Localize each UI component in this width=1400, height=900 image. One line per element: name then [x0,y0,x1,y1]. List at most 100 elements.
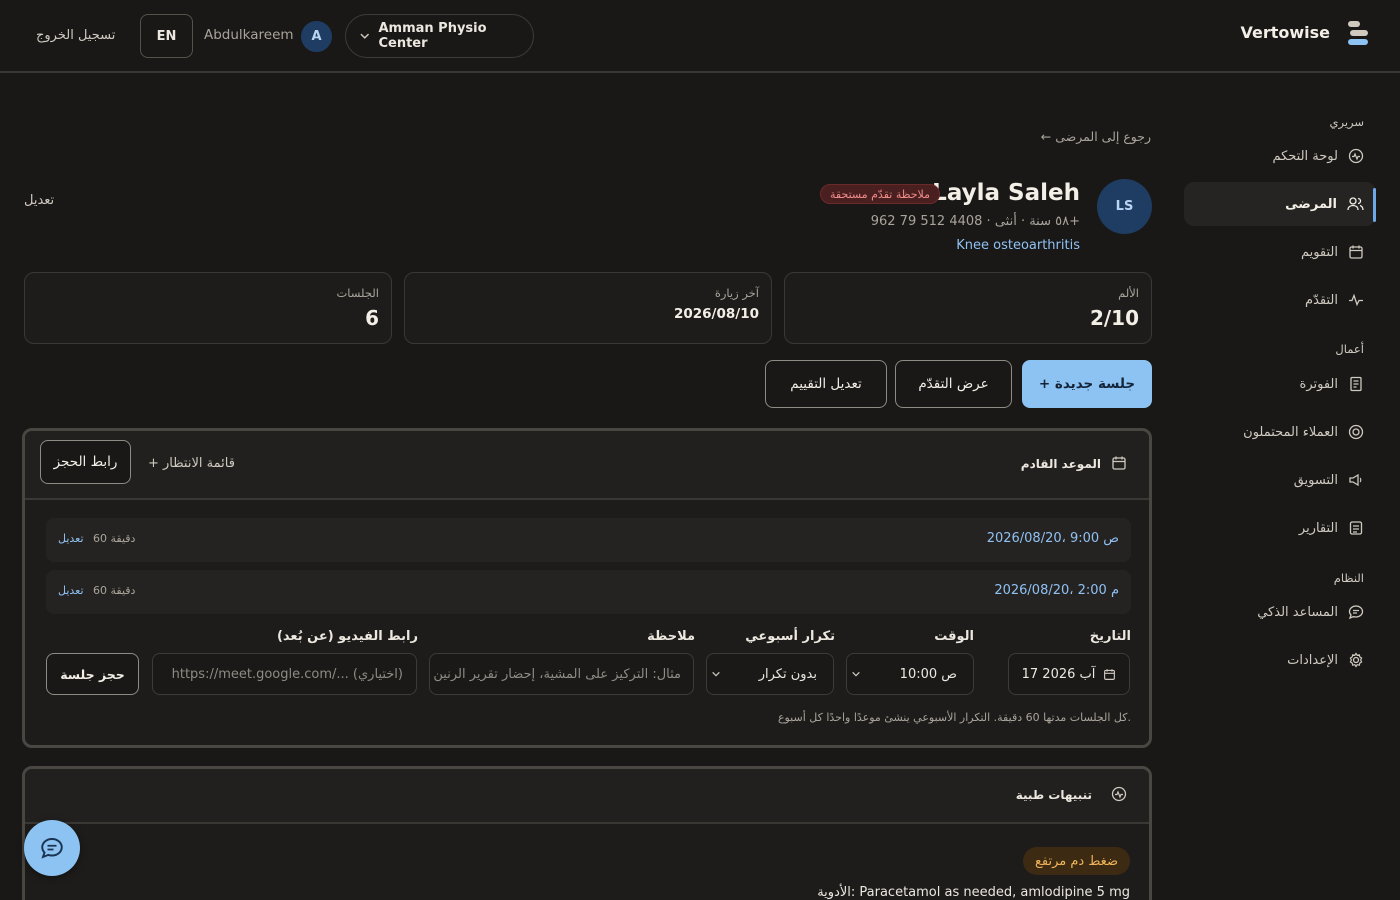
sidebar-item-label: التقدّم [1305,292,1338,308]
note-placeholder: مثال: التركيز على المشية، إحضار تقرير ال… [429,666,681,682]
megaphone-icon [1348,472,1364,488]
sidebar-item-calendar[interactable]: التقويم [1184,230,1376,274]
logo-icon [1346,20,1370,46]
panel-header: تنبيهات طبية [25,769,1149,824]
stat-card-sessions: الجلسات 6 [24,272,392,344]
sidebar-item-label: لوحة التحكم [1272,148,1338,164]
video-link-placeholder: https://meet.google.com/... (اختياري) [171,666,403,682]
sidebar-item-label: التقويم [1300,244,1338,260]
stat-value: 2/10 [1089,306,1139,330]
slot-datetime: 2026/08/20، 9:00 ص [986,531,1119,546]
repeat-select[interactable]: بدون تكرار [706,653,834,695]
panel-header: الموعد القادم + قائمة الانتظار رابط الحج… [25,431,1149,500]
clinic-name: Amman Physio Center [378,21,487,51]
date-field[interactable]: 17 آب 2026 [1008,653,1130,695]
users-icon [1347,196,1364,212]
time-label: الوقت [934,629,974,644]
sidebar-item-label: المرضى [1285,196,1337,212]
stat-label: الألم [1118,286,1139,300]
back-to-patients-link[interactable]: ← رجوع إلى المرضى [1041,129,1151,144]
slot-edit-link[interactable]: تعديل [58,584,84,597]
slot-datetime: 2026/08/20، 2:00 م [994,583,1119,598]
booking-link-button[interactable]: رابط الحجز [40,440,131,484]
medications-text: الأدوية: Paracetamol as needed, amlodipi… [817,885,1130,900]
calendar-icon [1348,244,1364,260]
time-value: 10:00 ص [899,666,957,682]
language-toggle-button[interactable]: EN [140,14,193,58]
stat-card-pain: الألم 2/10 [784,272,1152,344]
video-link-input[interactable]: https://meet.google.com/... (اختياري) [152,653,417,695]
time-select[interactable]: 10:00 ص [846,653,974,695]
chat-icon [40,836,64,860]
sidebar-item-progress[interactable]: التقدّم [1184,278,1376,322]
view-progress-button[interactable]: عرض التقدّم [895,360,1012,408]
high-blood-pressure-tag: ضغط دم مرتفع [1022,847,1130,875]
report-icon [1348,520,1364,536]
panel-title: تنبيهات طبية [1015,788,1092,802]
video-link-label: رابط الفيديو (عن بُعد) [276,629,418,644]
brand-name: Vertowise [1240,23,1330,42]
note-label: ملاحظة [647,629,695,644]
sidebar-section-system: النظام [1333,571,1364,585]
logout-link[interactable]: تسجيل الخروج [36,28,115,43]
target-icon [1348,424,1364,440]
sidebar-item-reports[interactable]: التقارير [1184,506,1376,550]
stat-value: 6 [365,306,379,330]
avatar[interactable]: A [301,21,332,52]
gear-icon [1348,652,1364,668]
top-bar: Vertowise Amman Physio Center A Abdulkar… [0,0,1400,73]
chevron-down-icon [851,669,861,679]
note-input[interactable]: مثال: التركيز على المشية، إحضار تقرير ال… [429,653,694,695]
repeat-label: تكرار أسبوعي [745,629,835,644]
patient-avatar: LS [1097,179,1152,234]
stat-label: الجلسات [336,286,379,300]
activity-icon [1348,292,1364,308]
repeat-value: بدون تكرار [758,666,817,682]
sidebar-section-clinical: سريري [1329,115,1364,129]
stat-value: 2026/08/10 [673,306,759,322]
date-label: التاريخ [1089,629,1131,644]
slot-duration: 60 دقيقة [93,532,136,545]
medical-alerts-panel: تنبيهات طبية ضغط دم مرتفع الأدوية: Parac… [22,766,1152,900]
chevron-down-icon [711,669,721,679]
book-session-button[interactable]: حجز جلسة [46,653,139,695]
chat-icon [1348,604,1364,620]
slot-duration: 60 دقيقة [93,584,136,597]
calendar-icon [1111,455,1127,471]
upcoming-appointment-panel: الموعد القادم + قائمة الانتظار رابط الحج… [22,428,1152,748]
sidebar-item-ai-assistant[interactable]: المساعد الذكي [1184,590,1376,634]
date-value: 17 آب 2026 [1021,666,1096,682]
progress-note-due-badge: ملاحظة تقدّم مستحقة [820,184,940,204]
edit-patient-link[interactable]: تعديل [24,193,54,208]
patient-name: Layla Saleh [932,180,1080,206]
edit-assessment-button[interactable]: تعديل التقييم [765,360,887,408]
stat-label: آخر زيارة [714,286,759,300]
ai-chat-button[interactable] [24,820,80,876]
waitlist-button[interactable]: + قائمة الانتظار [148,456,235,471]
sidebar-section-business: أعمال [1335,342,1364,356]
alert-pulse-icon [1111,786,1127,802]
sidebar-item-dashboard[interactable]: لوحة التحكم [1184,134,1376,178]
sidebar-item-label: الفوترة [1299,376,1338,392]
username: Abdulkareem [204,27,294,43]
appointment-slot: 2026/08/20، 9:00 ص 60 دقيقة تعديل [46,518,1131,562]
sidebar-item-label: الإعدادات [1287,652,1338,668]
sidebar-item-patients[interactable]: المرضى [1184,182,1376,226]
form-hint: كل الجلسات مدتها 60 دقيقة. التكرار الأسب… [777,711,1131,724]
active-indicator [1373,188,1376,222]
slot-edit-link[interactable]: تعديل [58,532,84,545]
sidebar-item-settings[interactable]: الإعدادات [1184,638,1376,682]
sidebar-item-billing[interactable]: الفوترة [1184,362,1376,406]
sidebar-item-label: التقارير [1298,520,1338,536]
stat-card-last-visit: آخر زيارة 2026/08/10 [404,272,772,344]
patient-meta: ٥٨ سنة · أنثى · 4408 512 79 962+ [870,214,1080,229]
patient-diagnosis: Knee osteoarthritis [956,238,1080,253]
sidebar-item-label: العملاء المحتملون [1243,424,1338,440]
panel-title: الموعد القادم [1020,457,1101,471]
sidebar-item-label: المساعد الذكي [1257,604,1338,620]
new-session-button[interactable]: + جلسة جديدة [1022,360,1152,408]
sidebar-item-leads[interactable]: العملاء المحتملون [1184,410,1376,454]
sidebar-item-marketing[interactable]: التسويق [1184,458,1376,502]
clinic-select[interactable]: Amman Physio Center [345,14,534,58]
invoice-icon [1348,376,1364,392]
